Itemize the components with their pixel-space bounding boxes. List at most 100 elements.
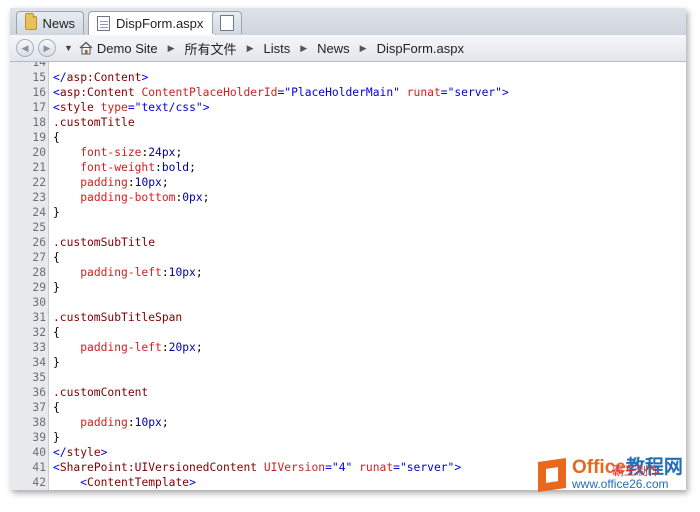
breadcrumb-item[interactable]: DispForm.aspx <box>377 41 464 56</box>
breadcrumb-item[interactable]: News <box>317 41 350 56</box>
breadcrumb-item[interactable]: Lists <box>263 41 290 56</box>
code-text: padding:10px; <box>80 416 169 429</box>
line-number: 21 <box>32 161 46 174</box>
watermark: Office教程网 www.office26.com <box>538 457 683 492</box>
line-number: 37 <box>32 401 46 414</box>
line-number: 15 <box>32 71 46 84</box>
code-text: </style> <box>53 446 108 459</box>
office-logo-icon <box>538 457 566 492</box>
line-number: 38 <box>32 416 46 429</box>
line-number: 33 <box>32 341 46 354</box>
code-line[interactable]: 30 <box>10 295 686 310</box>
editor-window: News DispForm.aspx ◀ ▶ ▼ Demo Site ▶ 所有文… <box>10 8 686 490</box>
line-number: 42 <box>32 476 46 489</box>
breadcrumb-separator-icon[interactable]: ▶ <box>300 43 307 54</box>
breadcrumb-item[interactable]: 所有文件 <box>185 39 237 58</box>
line-number: 25 <box>32 221 46 234</box>
breadcrumb-item[interactable]: Demo Site <box>97 41 158 56</box>
line-number: 24 <box>32 206 46 219</box>
line-number: 23 <box>32 191 46 204</box>
code-line[interactable]: 14 <box>10 62 686 70</box>
code-text: { <box>53 326 60 339</box>
line-number: 31 <box>32 311 46 324</box>
code-text: } <box>53 281 60 294</box>
line-number: 40 <box>32 446 46 459</box>
line-number: 14 <box>32 62 46 69</box>
code-text: font-size:24px; <box>80 146 183 159</box>
code-line[interactable]: 37 { <box>10 400 686 415</box>
line-number: 27 <box>32 251 46 264</box>
document-icon <box>97 16 110 31</box>
tab-dispform[interactable]: DispForm.aspx <box>88 11 216 35</box>
line-number: 39 <box>32 431 46 444</box>
line-number: 29 <box>32 281 46 294</box>
line-number: 28 <box>32 266 46 279</box>
code-text: </asp:Content> <box>53 71 149 84</box>
code-line[interactable]: 16 <asp:Content ContentPlaceHolderId="Pla… <box>10 85 686 100</box>
code-text: .customTitle <box>53 116 135 129</box>
new-tab-button[interactable] <box>212 11 242 34</box>
code-line[interactable]: 33 padding-left:20px; <box>10 340 686 355</box>
code-text: <SharePoint:UIVersionedContent UIVersion… <box>53 461 462 474</box>
back-button[interactable]: ◀ <box>16 39 34 57</box>
code-line[interactable]: 19 { <box>10 130 686 145</box>
code-text: } <box>53 431 60 444</box>
line-number: 36 <box>32 386 46 399</box>
back-arrow-icon: ◀ <box>21 42 29 53</box>
code-line[interactable]: 27 { <box>10 250 686 265</box>
code-text: font-weight:bold; <box>80 161 196 174</box>
line-number: 41 <box>32 461 46 474</box>
breadcrumb: Demo Site ▶ 所有文件 ▶ Lists ▶ News ▶ DispFo… <box>79 39 464 58</box>
line-number: 17 <box>32 101 46 114</box>
address-bar: ◀ ▶ ▼ Demo Site ▶ 所有文件 ▶ Lists ▶ News ▶ … <box>10 35 686 62</box>
tab-label: DispForm.aspx <box>116 16 204 31</box>
code-line[interactable]: 36 .customContent <box>10 385 686 400</box>
code-line[interactable]: 31 .customSubTitleSpan <box>10 310 686 325</box>
breadcrumb-separator-icon[interactable]: ▶ <box>247 43 254 54</box>
code-line[interactable]: 15 </asp:Content> <box>10 70 686 85</box>
line-number: 16 <box>32 86 46 99</box>
code-text: } <box>53 356 60 369</box>
history-dropdown-icon[interactable]: ▼ <box>64 43 73 53</box>
code-line[interactable]: 32 { <box>10 325 686 340</box>
line-number: 19 <box>32 131 46 144</box>
code-line[interactable]: 25 <box>10 220 686 235</box>
code-line[interactable]: 24} <box>10 205 686 220</box>
code-line[interactable]: 23 padding-bottom:0px; <box>10 190 686 205</box>
forward-arrow-icon: ▶ <box>43 42 51 53</box>
code-text: .customSubTitleSpan <box>53 311 183 324</box>
code-text: padding:10px; <box>80 176 169 189</box>
code-line[interactable]: 35 <box>10 370 686 385</box>
code-line[interactable]: 17 <style type="text/css"> <box>10 100 686 115</box>
code-line[interactable]: 22 padding:10px; <box>10 175 686 190</box>
code-editor[interactable]: 14 15 </asp:Content> 16 <asp:Content Content… <box>10 62 686 490</box>
line-number: 32 <box>32 326 46 339</box>
tab-strip: News DispForm.aspx <box>10 8 686 36</box>
code-line[interactable]: 21 font-weight:bold; <box>10 160 686 175</box>
code-line[interactable]: 28 padding-left:10px; <box>10 265 686 280</box>
code-text: padding-bottom:0px; <box>80 191 210 204</box>
code-line[interactable]: 34} <box>10 355 686 370</box>
code-text: padding-left:10px; <box>80 266 203 279</box>
code-text: padding-left:20px; <box>80 341 203 354</box>
watermark-url: www.office26.com <box>572 477 669 491</box>
code-line[interactable]: 39} <box>10 430 686 445</box>
code-line[interactable]: 29} <box>10 280 686 295</box>
line-number: 20 <box>32 146 46 159</box>
code-text: .customSubTitle <box>53 236 156 249</box>
code-text: <style type="text/css"> <box>53 101 210 114</box>
breadcrumb-separator-icon[interactable]: ▶ <box>360 43 367 54</box>
home-icon <box>79 41 93 55</box>
tab-news[interactable]: News <box>16 11 84 34</box>
code-line[interactable]: 26 .customSubTitle <box>10 235 686 250</box>
line-number: 30 <box>32 296 46 309</box>
code-line[interactable]: 38 padding:10px; <box>10 415 686 430</box>
folder-icon <box>25 13 38 30</box>
line-number: 35 <box>32 371 46 384</box>
forward-button[interactable]: ▶ <box>38 39 56 57</box>
code-line[interactable]: 18 .customTitle <box>10 115 686 130</box>
line-number: 26 <box>32 236 46 249</box>
breadcrumb-separator-icon[interactable]: ▶ <box>168 43 175 54</box>
code-text: { <box>53 401 60 414</box>
code-line[interactable]: 20 font-size:24px; <box>10 145 686 160</box>
